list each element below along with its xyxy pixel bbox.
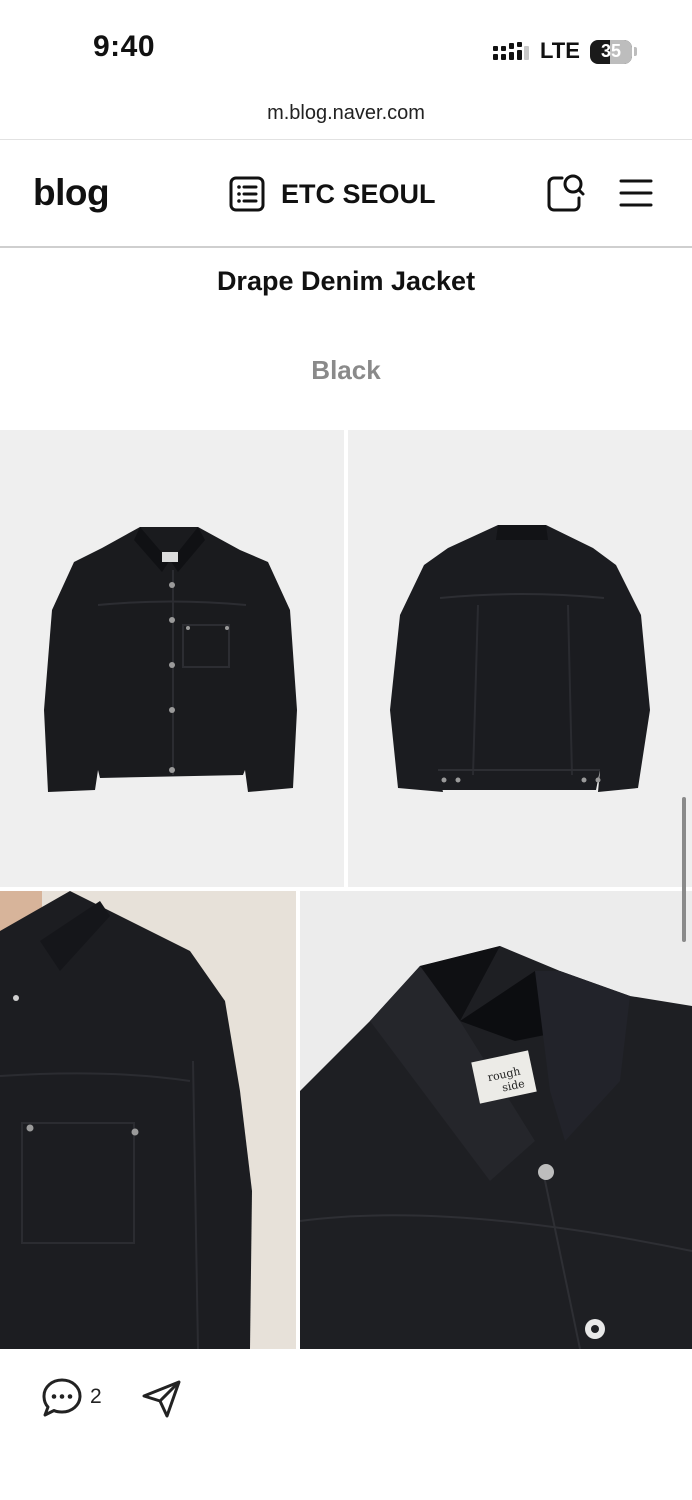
share-icon[interactable] — [141, 1379, 183, 1419]
search-card-icon[interactable] — [546, 172, 586, 214]
scrollbar[interactable] — [682, 797, 686, 942]
network-type: LTE — [540, 38, 580, 63]
cellular-signal-icon — [493, 42, 529, 60]
jacket-back-photo[interactable] — [348, 430, 692, 887]
status-time: 9:40 — [93, 30, 156, 63]
hamburger-menu-icon[interactable] — [619, 178, 653, 208]
battery-tip — [634, 47, 637, 56]
comment-icon[interactable] — [40, 1377, 84, 1419]
blog-logo[interactable]: blog — [33, 172, 110, 214]
jacket-worn-detail-photo[interactable] — [0, 891, 296, 1349]
list-icon — [229, 176, 265, 212]
status-bar: 9:40 LTE 35 — [0, 0, 692, 100]
comment-count[interactable]: 2 — [90, 1385, 102, 1409]
address-bar-url[interactable]: m.blog.naver.com — [0, 102, 692, 125]
battery-level: 35 — [600, 41, 622, 61]
jacket-front-photo[interactable] — [0, 430, 344, 887]
post-title: Drape Denim Jacket — [216, 266, 476, 296]
battery-indicator: 35 — [590, 40, 632, 64]
jacket-collar-detail-photo[interactable]: rough side — [300, 891, 692, 1349]
post-action-bar: 2 — [0, 1349, 692, 1500]
divider — [0, 246, 692, 248]
color-label: Black — [311, 355, 381, 385]
blog-title-button[interactable]: ETC SEOUL — [229, 174, 436, 214]
blog-name: ETC SEOUL — [281, 178, 436, 209]
blog-header: blog ETC SEOUL — [0, 140, 692, 246]
